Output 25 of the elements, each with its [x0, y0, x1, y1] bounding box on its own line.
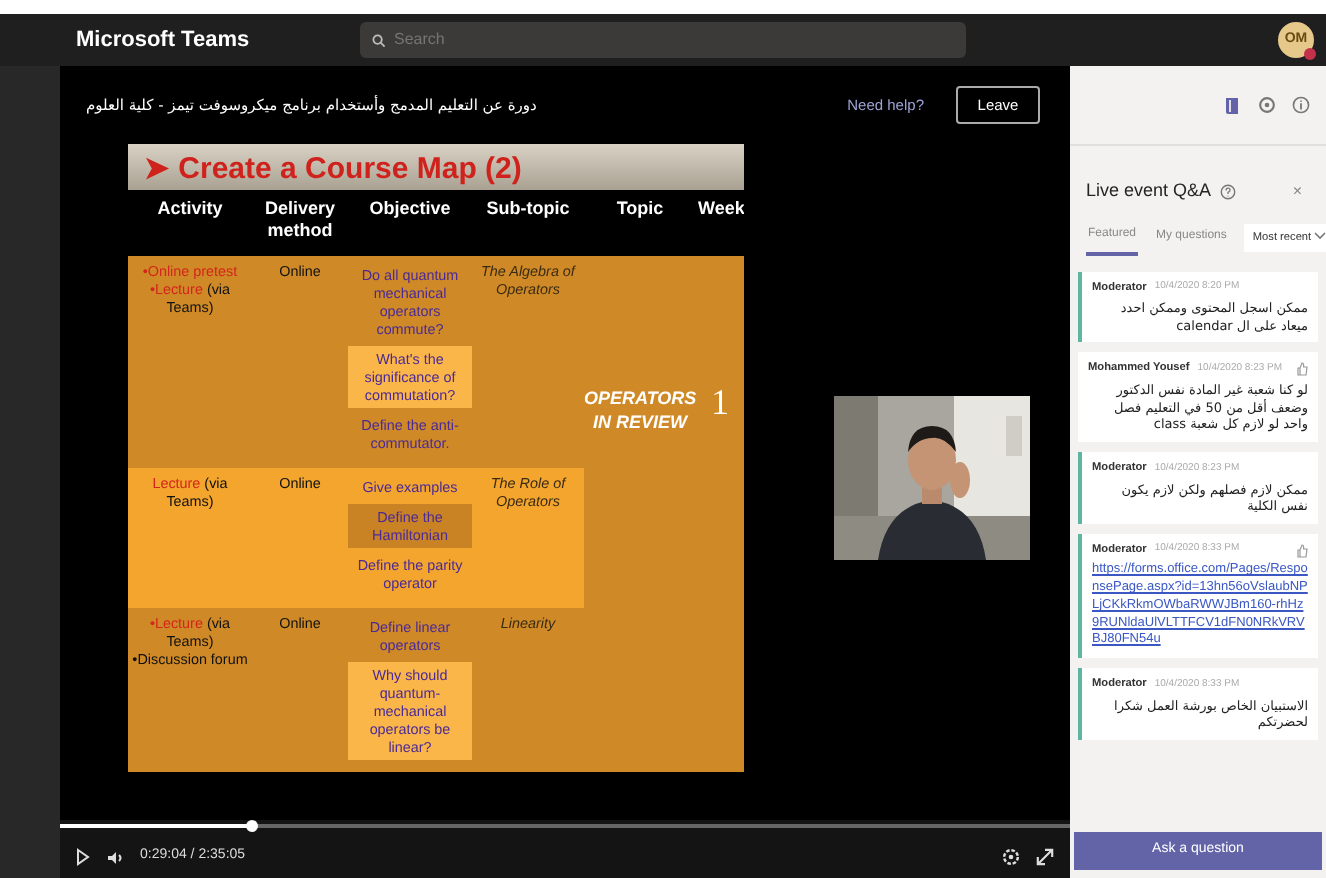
week-number: 1 — [711, 382, 729, 422]
seek-handle[interactable] — [245, 820, 258, 832]
topic-text: OPERATORS IN REVIEW — [584, 388, 697, 432]
column-header: Delivery method — [262, 196, 338, 244]
fullscreen-icon[interactable] — [1036, 848, 1054, 866]
column-header: Topic — [614, 196, 666, 222]
slide-title: ➤ Create a Course Map (2) — [128, 144, 744, 190]
help-icon[interactable] — [1219, 183, 1236, 200]
play-icon[interactable] — [76, 848, 90, 866]
column-header: Sub-topic — [484, 196, 572, 222]
search-field[interactable]: Search — [360, 22, 966, 58]
column-header: Week — [696, 196, 744, 222]
search-icon — [372, 33, 386, 47]
close-button[interactable]: × — [1292, 179, 1302, 204]
chevron-icon — [1314, 232, 1326, 241]
book-icon[interactable] — [1224, 95, 1242, 115]
like-icon[interactable] — [1296, 543, 1308, 558]
volume-icon[interactable] — [106, 849, 124, 865]
panel-title: Live event Q&A — [1086, 178, 1212, 204]
info-icon[interactable] — [1292, 96, 1310, 114]
column-header: Objective — [367, 196, 453, 222]
column-header: Activity — [155, 196, 225, 222]
like-icon[interactable] — [1296, 362, 1308, 377]
search-input[interactable]: Search — [394, 28, 934, 52]
app-title: Microsoft Teams — [76, 25, 252, 56]
